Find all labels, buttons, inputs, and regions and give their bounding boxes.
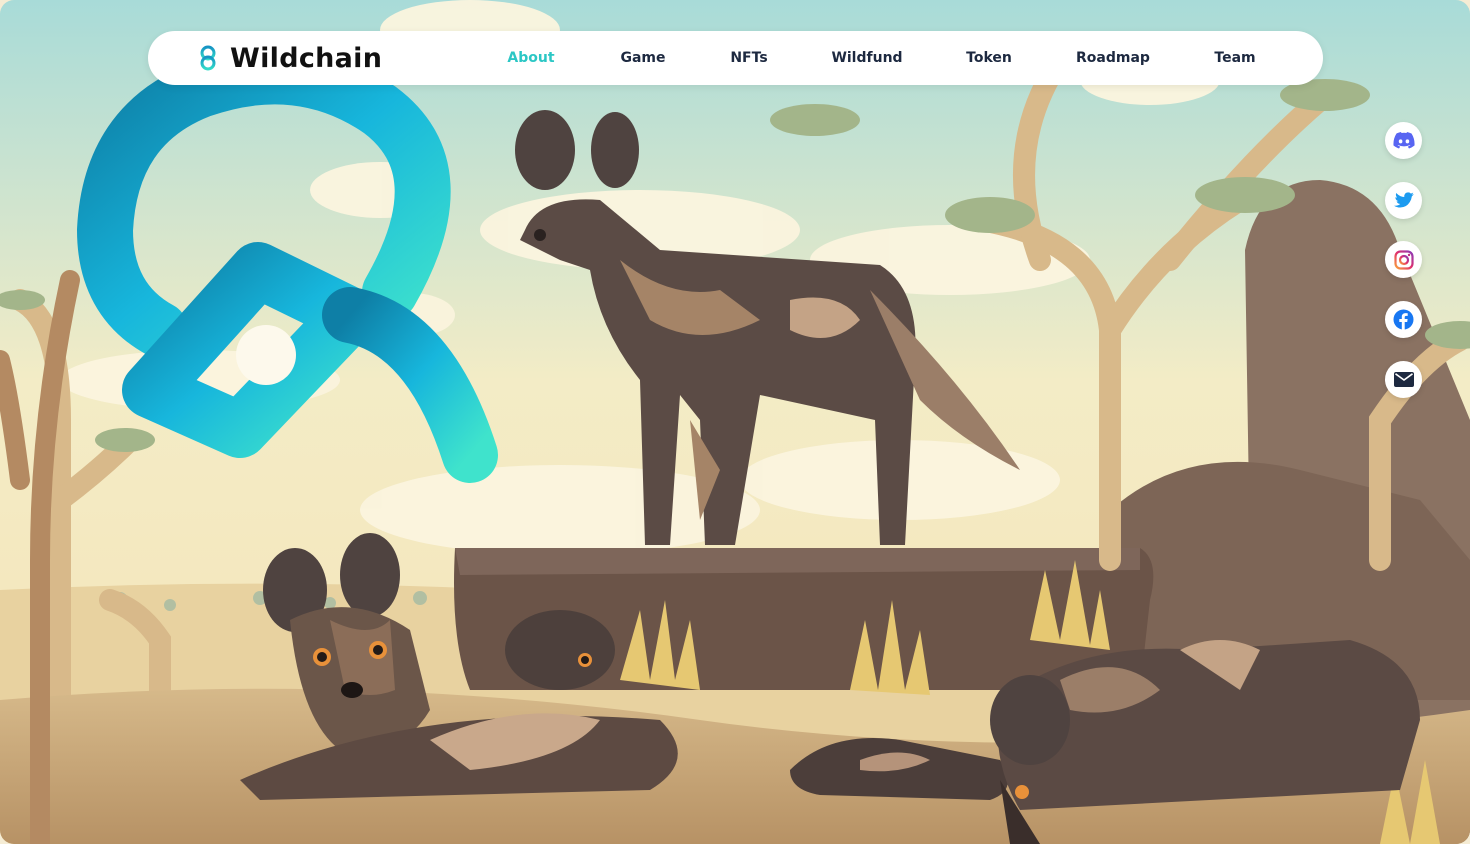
hero-illustration xyxy=(0,0,1470,844)
discord-button[interactable] xyxy=(1385,122,1422,159)
nav-team[interactable]: Team xyxy=(1214,31,1255,85)
nav-nfts[interactable]: NFTs xyxy=(730,31,767,85)
nav-game[interactable]: Game xyxy=(620,31,665,85)
facebook-icon xyxy=(1393,309,1414,330)
nav-about[interactable]: About xyxy=(507,31,554,85)
hero-scene: Wildchain About Game NFTs Wildfund Token… xyxy=(0,0,1470,844)
email-button[interactable] xyxy=(1385,361,1422,398)
twitter-icon xyxy=(1393,192,1414,208)
discord-icon xyxy=(1392,132,1415,149)
top-navbar: Wildchain About Game NFTs Wildfund Token… xyxy=(148,31,1323,85)
email-icon xyxy=(1393,372,1414,387)
facebook-button[interactable] xyxy=(1385,301,1422,338)
main-nav: About Game NFTs Wildfund Token Roadmap T… xyxy=(148,31,1323,85)
nav-wildfund[interactable]: Wildfund xyxy=(831,31,902,85)
nav-roadmap[interactable]: Roadmap xyxy=(1076,31,1150,85)
nav-token[interactable]: Token xyxy=(966,31,1012,85)
twitter-button[interactable] xyxy=(1385,182,1422,219)
instagram-button[interactable] xyxy=(1385,241,1422,278)
instagram-icon xyxy=(1393,249,1414,270)
